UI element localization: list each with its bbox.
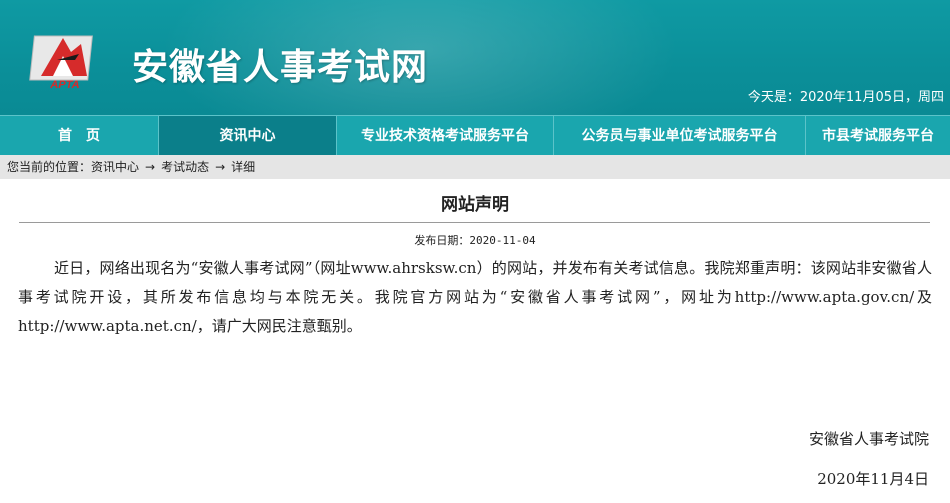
publish-date: 发布日期：2020-11-04 [414,234,536,247]
title-divider [19,222,930,223]
breadcrumb-item-news-center[interactable]: 资讯中心 [91,160,139,174]
breadcrumb-separator: → [145,160,156,174]
site-title: 安徽省人事考试网 [132,47,429,88]
breadcrumb-separator: → [215,160,226,174]
article-title: 网站声明 [441,195,509,215]
breadcrumb-item-detail: 详细 [231,160,256,174]
breadcrumb-prefix: 您当前的位置： [7,160,92,174]
breadcrumb-item-exam-news[interactable]: 考试动态 [161,160,209,174]
apta-logo[interactable]: APTA [27,30,101,92]
nav-civil-service-platform[interactable]: 公务员与事业单位考试服务平台 [554,116,806,156]
logo-text: APTA [49,79,79,91]
nav-news-center[interactable]: 资讯中心 [159,116,337,156]
article-body: 近日，网络出现名为“安徽人事考试网”（网址www.ahrsksw.cn）的网站，… [18,259,932,335]
site-header: APTA 安徽省人事考试网 今天是：2020年11月05日，周四 [0,0,950,115]
main-nav: 首 页 资讯中心 专业技术资格考试服务平台 公务员与事业单位考试服务平台 市县考… [0,115,950,156]
date-value: 2020年11月05日，周四 [799,90,944,105]
nav-professional-platform[interactable]: 专业技术资格考试服务平台 [337,116,554,156]
today-date: 今天是：2020年11月05日，周四 [748,86,944,105]
article-sign-date: 2020年11月4日 [817,470,929,488]
breadcrumb: 您当前的位置：资讯中心 → 考试动态 → 详细 [0,155,950,179]
nav-city-county-platform[interactable]: 市县考试服务平台 [806,116,950,156]
date-label: 今天是： [747,90,800,105]
nav-home[interactable]: 首 页 [0,116,159,156]
article-signature: 安徽省人事考试院 [808,430,929,448]
